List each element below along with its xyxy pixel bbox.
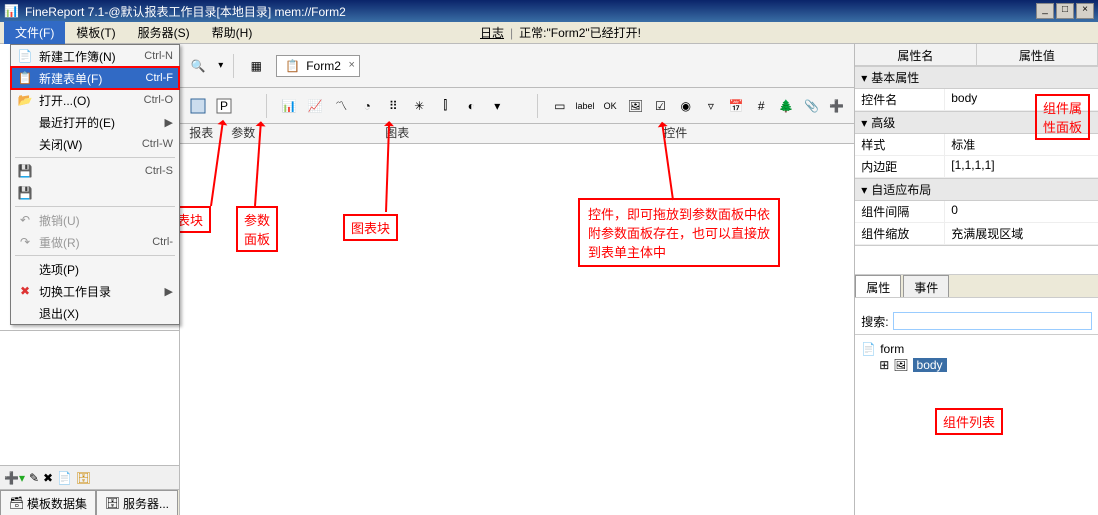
left-column: 📄新建工作簿(N)Ctrl-N📋新建表单(F)Ctrl-F📂打开...(O)Ct… — [0, 44, 180, 515]
report-block-button[interactable] — [186, 94, 210, 118]
search-row: 搜索: — [855, 308, 1098, 335]
chart-area-icon[interactable]: 〽 — [329, 94, 353, 118]
widget-file-icon[interactable]: 📎 — [800, 94, 823, 118]
log-link[interactable]: 日志 — [480, 24, 504, 41]
add-icon[interactable]: ➕▾ — [4, 471, 25, 485]
menu-item[interactable]: ✖切换工作目录▶ — [11, 280, 179, 302]
menu-file[interactable]: 文件(F) — [4, 21, 65, 44]
section-adaptive[interactable]: ▾自适应布局 — [855, 178, 1098, 201]
menu-item[interactable]: 最近打开的(E)▶ — [11, 111, 179, 133]
chart-bar-icon[interactable]: 📊 — [277, 94, 301, 118]
delete-icon[interactable]: ✖ — [43, 471, 53, 485]
dataset-toolbar: ➕▾ ✎ ✖ 📄 🗄 — [0, 465, 179, 489]
menu-item[interactable]: 📄新建工作簿(N)Ctrl-N — [11, 45, 179, 67]
callout-prop-panel: 组件属 性面板 — [1035, 94, 1090, 140]
menu-template[interactable]: 模板(T) — [65, 21, 126, 44]
tab-server-dataset[interactable]: 🗄服务器... — [96, 490, 178, 515]
widget-more-icon[interactable]: ➕ — [825, 94, 848, 118]
callout-component-list: 组件列表 — [935, 408, 1003, 435]
widget-combo-icon[interactable]: ▿ — [699, 94, 722, 118]
component-tree[interactable]: 📄form ⊞🖼body — [855, 335, 1098, 379]
maximize-button[interactable]: □ — [1056, 3, 1074, 19]
chart-stock-icon[interactable]: ⫿ — [433, 94, 457, 118]
chart-radar-icon[interactable]: ✳ — [407, 94, 431, 118]
widget-date-icon[interactable]: 📅 — [724, 94, 747, 118]
tab-properties[interactable]: 属性 — [855, 275, 901, 297]
tab-form2[interactable]: 📋 Form2 × — [276, 55, 360, 77]
prop-body: ▾基本属性 控件名body ▾高级 样式标准 内边距[1,1,1,1] ▾自适应… — [855, 66, 1098, 246]
menu-item: ↶撤销(U) — [11, 209, 179, 231]
menu-item: ↷重做(R)Ctrl- — [11, 231, 179, 253]
search-input[interactable] — [893, 312, 1092, 330]
widget-label-icon[interactable]: label — [573, 94, 596, 118]
chart-pie-icon[interactable]: ◔ — [355, 94, 379, 118]
section-basic[interactable]: ▾基本属性 — [855, 66, 1098, 89]
prop-scale[interactable]: 充满展现区域 — [945, 223, 1098, 244]
top-toolbar: 🔍 ▾ ▦ 📋 Form2 × — [180, 44, 854, 88]
widget-radio-icon[interactable]: ◉ — [674, 94, 697, 118]
svg-text:P: P — [220, 99, 228, 113]
status-top: 日志 | 正常:"Form2"已经打开! — [480, 24, 641, 41]
chart-gauge-icon[interactable]: ◐ — [459, 94, 483, 118]
copy-icon[interactable]: 📄 — [57, 471, 72, 485]
menu-item[interactable]: 退出(X) — [11, 302, 179, 324]
widget-button-icon[interactable]: OK — [599, 94, 622, 118]
dataset-tree[interactable] — [0, 330, 179, 465]
callout-param-panel: 参数 面板 — [236, 206, 278, 252]
prop-gap[interactable]: 0 — [945, 201, 1098, 222]
file-dropdown: 📄新建工作簿(N)Ctrl-N📋新建表单(F)Ctrl-F📂打开...(O)Ct… — [10, 44, 180, 325]
tab-template-dataset[interactable]: 🗃模板数据集 — [0, 490, 96, 515]
chart-more-icon[interactable]: ▾ — [485, 94, 509, 118]
menu-item: 💾Ctrl-S — [11, 160, 179, 182]
close-tab-icon[interactable]: × — [348, 59, 354, 71]
callout-chart-block: 图表块 — [343, 214, 398, 241]
group-labels: 报表 参数 图表 控件 — [180, 124, 854, 144]
form-icon: 📋 — [285, 59, 300, 73]
edit-icon[interactable]: ✎ — [29, 471, 39, 485]
left-tabs: 🗃模板数据集 🗄服务器... — [0, 489, 179, 515]
menu-help[interactable]: 帮助(H) — [201, 21, 264, 44]
component-toolbar: P 📊 📈 〽 ◔ ⠿ ✳ ⫿ ◐ ▾ ▭ label OK 🖼 ☑ — [180, 88, 854, 124]
menu-item[interactable]: 选项(P) — [11, 258, 179, 280]
tab-events[interactable]: 事件 — [903, 275, 949, 297]
tree-node-body[interactable]: ⊞🖼body — [861, 357, 1092, 373]
center-area: 🔍 ▾ ▦ 📋 Form2 × P 📊 📈 〽 ◔ — [180, 44, 855, 515]
titlebar: 📊 FineReport 7.1-@默认报表工作目录[本地目录] mem://F… — [0, 0, 1098, 22]
prop-padding[interactable]: [1,1,1,1] — [945, 156, 1098, 177]
minimize-button[interactable]: _ — [1036, 3, 1054, 19]
menu-item[interactable]: 📋新建表单(F)Ctrl-F — [11, 67, 179, 89]
menu-item: 💾 — [11, 182, 179, 204]
param-panel-button[interactable]: P — [212, 94, 236, 118]
menu-item[interactable]: 关闭(W)Ctrl-W — [11, 133, 179, 155]
menu-server[interactable]: 服务器(S) — [127, 21, 201, 44]
prop-header: 属性名 属性值 — [855, 44, 1098, 66]
callout-widget: 控件，即可拖放到参数面板中依 附参数面板存在，也可以直接放 到表单主体中 — [578, 198, 780, 267]
widget-textbox-icon[interactable]: ▭ — [548, 94, 571, 118]
chart-line-icon[interactable]: 📈 — [303, 94, 327, 118]
app-icon: 📊 — [4, 4, 19, 18]
menu-item[interactable]: 📂打开...(O)Ctrl-O — [11, 89, 179, 111]
tree-node-form[interactable]: 📄form — [861, 341, 1092, 357]
widget-checkbox-icon[interactable]: ☑ — [649, 94, 672, 118]
status-message: 正常:"Form2"已经打开! — [519, 24, 641, 41]
window-title: FineReport 7.1-@默认报表工作目录[本地目录] mem://For… — [25, 3, 346, 20]
chart-scatter-icon[interactable]: ⠿ — [381, 94, 405, 118]
widget-tree-icon[interactable]: 🌲 — [775, 94, 798, 118]
widget-image-icon[interactable]: 🖼 — [624, 94, 647, 118]
close-button[interactable]: × — [1076, 3, 1094, 19]
prop-tabs: 属性 事件 — [855, 274, 1098, 298]
preview-icon[interactable]: 🔍 — [186, 54, 210, 78]
widget-number-icon[interactable]: # — [750, 94, 773, 118]
db-icon[interactable]: 🗄 — [76, 471, 91, 485]
grid-icon[interactable]: ▦ — [244, 54, 268, 78]
